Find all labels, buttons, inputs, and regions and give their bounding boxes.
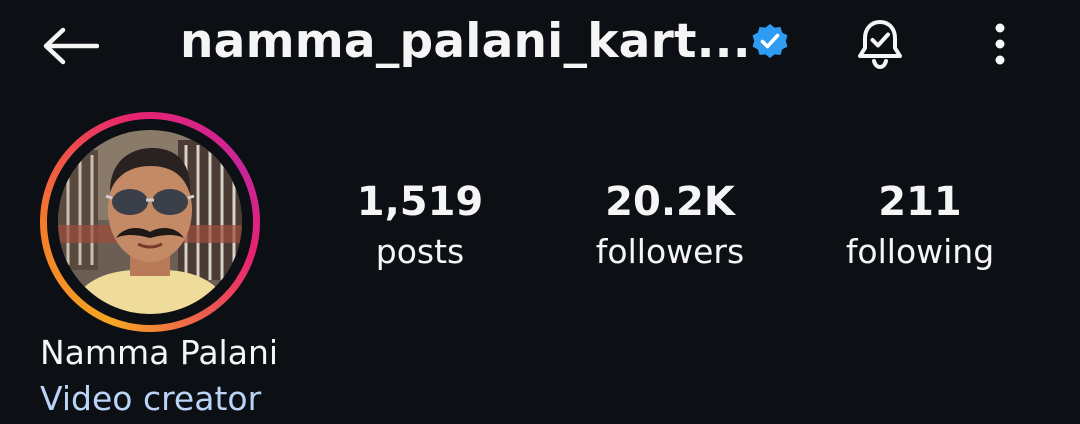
category-label: Video creator	[40, 379, 262, 418]
more-vertical-icon	[995, 23, 1005, 65]
back-button[interactable]	[36, 18, 104, 74]
profile-username: namma_palani_kart...	[180, 14, 751, 69]
stat-posts[interactable]: 1,519 posts	[340, 176, 500, 276]
profile-photo	[58, 130, 242, 314]
posts-label: posts	[375, 232, 465, 271]
followers-label: followers	[595, 232, 745, 271]
display-name: Namma Palani	[40, 333, 279, 372]
posts-count: 1,519	[356, 179, 484, 225]
stat-following[interactable]: 211 following	[830, 176, 1010, 276]
stat-followers[interactable]: 20.2K followers	[580, 176, 760, 276]
verified-badge-icon	[752, 24, 788, 58]
avatar-photo	[58, 130, 242, 314]
profile-avatar[interactable]	[40, 112, 260, 332]
notifications-button[interactable]	[850, 14, 910, 74]
profile-screen: namma_palani_kart... 1,519 posts 20.2K f…	[0, 0, 1080, 424]
back-arrow-icon	[43, 27, 99, 65]
following-count: 211	[878, 179, 962, 225]
followers-count: 20.2K	[605, 179, 735, 225]
following-label: following	[845, 232, 995, 271]
bell-check-icon	[858, 20, 902, 70]
more-options-button[interactable]	[980, 14, 1020, 74]
